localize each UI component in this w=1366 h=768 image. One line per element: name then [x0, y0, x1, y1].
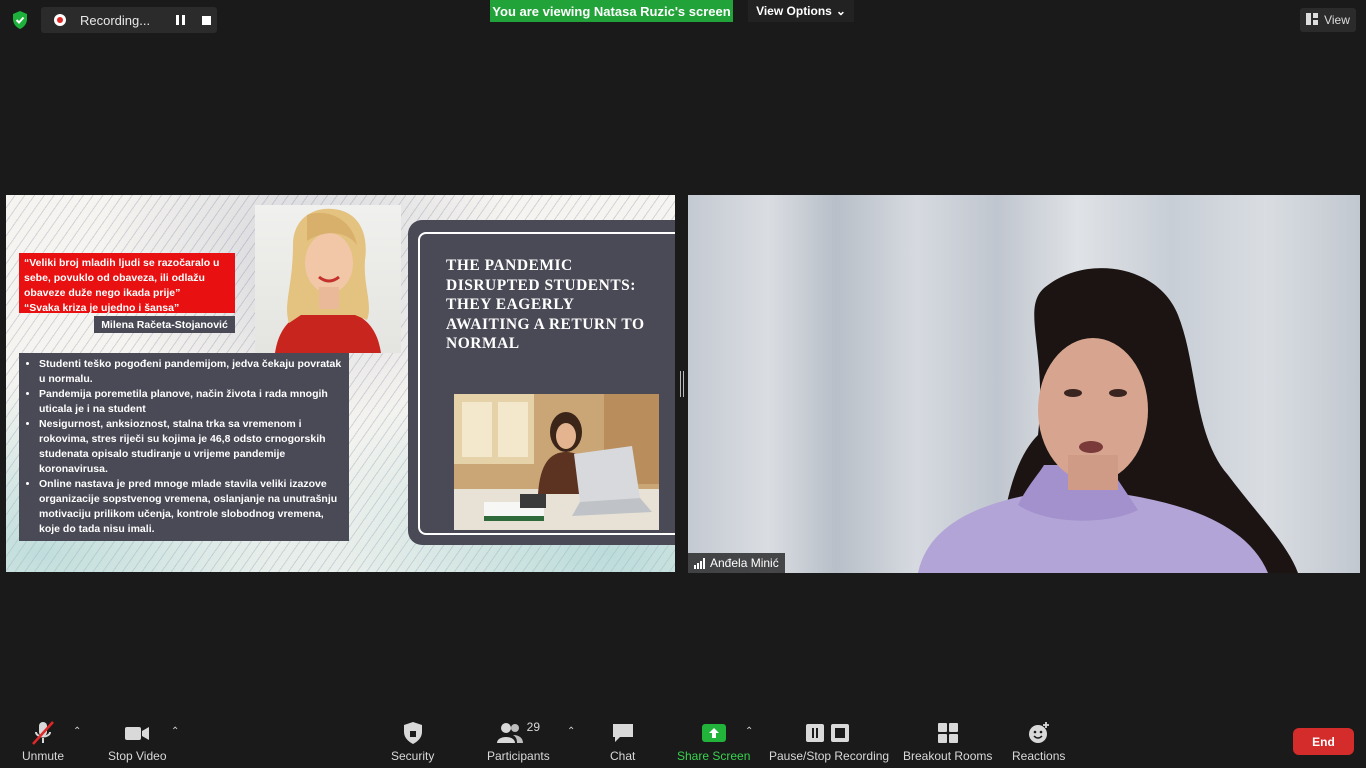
quote-line: “Svaka kriza je ujedno i šansa” [24, 302, 180, 314]
reactions-button[interactable]: Reactions [1012, 720, 1065, 763]
chevron-up-icon[interactable]: ⌃ [73, 726, 83, 737]
share-screen-label: Share Screen [677, 749, 751, 763]
student-photo [454, 394, 659, 530]
participant-video: Anđela Minić [688, 195, 1360, 573]
bullet-item: Nesigurnost, anksioznost, stalna trka sa… [39, 417, 343, 477]
participants-icon: 29 [496, 720, 541, 746]
participants-label: Participants [487, 749, 550, 763]
view-options-label: View Options [756, 4, 832, 18]
record-icon [54, 14, 66, 26]
video-camera-icon [124, 720, 150, 746]
shield-check-icon[interactable] [10, 10, 30, 30]
grid-view-icon [1306, 12, 1319, 28]
breakout-rooms-button[interactable]: Breakout Rooms [903, 720, 992, 763]
view-button[interactable]: View [1300, 8, 1356, 32]
reactions-icon [1027, 720, 1051, 746]
pause-icon[interactable] [176, 15, 186, 25]
breakout-rooms-icon [937, 720, 959, 746]
chevron-up-icon[interactable]: ⌃ [171, 726, 181, 737]
chat-bubble-icon [611, 720, 635, 746]
chat-button[interactable]: Chat [610, 720, 635, 763]
chat-label: Chat [610, 749, 636, 763]
bullet-list: Studenti teško pogođeni pandemijom, jedv… [19, 353, 349, 541]
unmute-label: Unmute [22, 749, 65, 763]
chevron-up-icon[interactable]: ⌃ [567, 726, 577, 737]
end-meeting-button[interactable]: End [1293, 728, 1354, 755]
security-label: Security [391, 749, 435, 763]
shield-icon [402, 720, 424, 746]
recording-indicator: Recording... [41, 7, 217, 33]
stop-icon[interactable] [202, 15, 211, 25]
chevron-down-icon: ⌄ [835, 4, 846, 18]
bullet-item: Studenti teško pogođeni pandemijom, jedv… [39, 357, 343, 387]
meeting-toolbar: Unmute ⌃ Stop Video ⌃ Security 29 Partic… [0, 712, 1366, 768]
view-button-label: View [1324, 13, 1350, 27]
title-card-border: THE PANDEMIC DISRUPTED STUDENTS: THEY EA… [418, 232, 675, 535]
viewing-screen-banner: You are viewing Natasa Ruzic's screen [490, 0, 733, 22]
quote-author: Milena Račeta-Stojanović [94, 316, 235, 333]
security-button[interactable]: Security [391, 720, 434, 763]
signal-icon [694, 557, 705, 569]
share-screen-icon [701, 720, 726, 746]
bullet-item: Pandemija poremetila planove, način živo… [39, 387, 343, 417]
stop-video-button[interactable]: Stop Video [108, 720, 167, 763]
pause-stop-recording-label: Pause/Stop Recording [769, 749, 890, 763]
quote-line: “Veliki broj mladih ljudi se razočaralo … [24, 257, 220, 269]
shared-screen-slide: “Veliki broj mladih ljudi se razočaralo … [6, 195, 675, 572]
slide-title: THE PANDEMIC DISRUPTED STUDENTS: THEY EA… [446, 257, 645, 352]
title-card: THE PANDEMIC DISRUPTED STUDENTS: THEY EA… [408, 220, 675, 545]
recording-label: Recording... [80, 12, 151, 28]
share-screen-button[interactable]: Share Screen [677, 720, 750, 763]
pause-stop-recording-icon [805, 720, 853, 746]
mic-muted-icon [30, 720, 56, 746]
pause-stop-recording-button[interactable]: Pause/Stop Recording [769, 720, 889, 763]
bullet-item: Online nastava je pred mnoge mlade stavi… [39, 477, 343, 537]
chevron-up-icon[interactable]: ⌃ [745, 726, 755, 737]
participants-count: 29 [526, 720, 541, 734]
split-view-divider[interactable] [680, 371, 684, 397]
participant-name-tag: Anđela Minić [688, 553, 785, 573]
quote-line: obaveze duže nego ikada prije” [24, 287, 181, 299]
quote-line: sebe, povuklo od obaveza, ili odlažu [24, 272, 205, 284]
participants-button[interactable]: 29 Participants [487, 720, 550, 763]
view-options-button[interactable]: View Options ⌄ [748, 0, 854, 22]
breakout-rooms-label: Breakout Rooms [903, 749, 993, 763]
reactions-label: Reactions [1012, 749, 1066, 763]
participant-name: Anđela Minić [710, 556, 779, 570]
quote-box: “Veliki broj mladih ljudi se razočaralo … [19, 253, 235, 314]
unmute-button[interactable]: Unmute [22, 720, 64, 763]
author-portrait [255, 205, 401, 353]
stop-video-label: Stop Video [108, 749, 167, 763]
